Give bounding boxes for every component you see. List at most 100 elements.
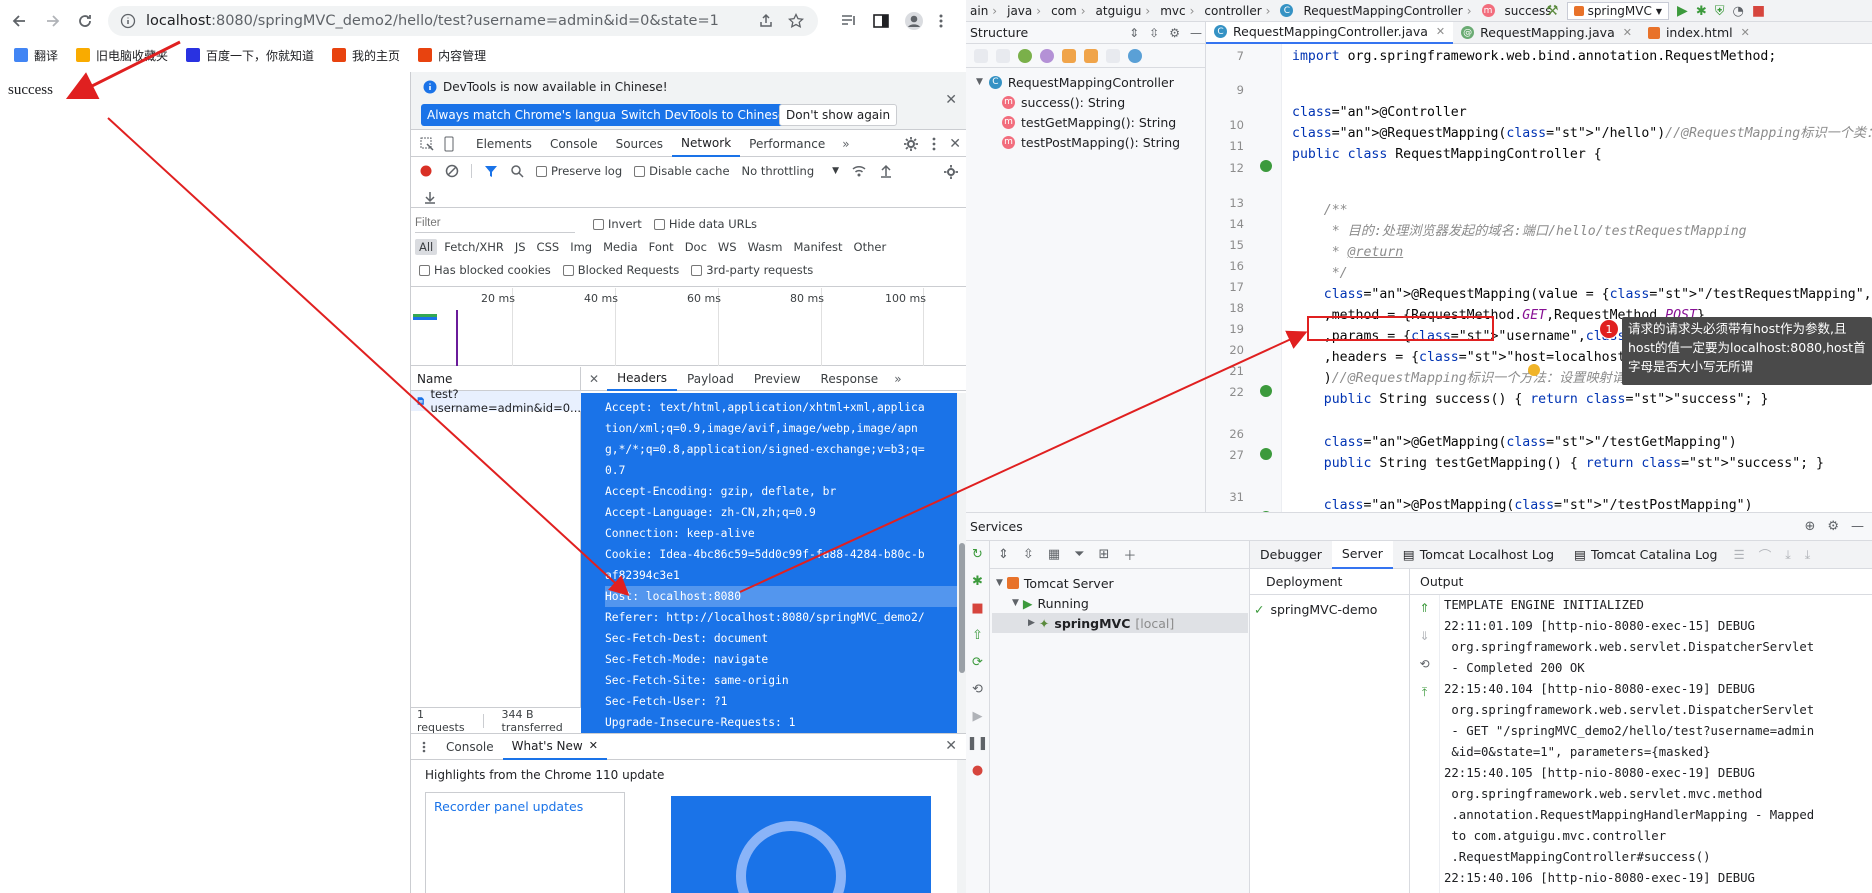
preserve-log-checkbox[interactable]: Preserve log	[536, 164, 622, 178]
spring-bean-gutter-icon[interactable]	[1260, 160, 1272, 172]
refresh-icon[interactable]: ⟲	[1419, 657, 1429, 671]
tab-tomcat-localhost-log[interactable]: ▤ Tomcat Localhost Log	[1393, 541, 1564, 569]
whats-new-card[interactable]: Recorder panel updates	[425, 792, 625, 893]
sort-visibility-icon[interactable]	[996, 48, 1010, 63]
export-har-icon[interactable]	[423, 190, 437, 204]
headers-scrollbar[interactable]	[957, 393, 966, 733]
tree-item-tomcat-server[interactable]: ▼ Tomcat Server	[996, 573, 1114, 593]
hide-data-urls-checkbox[interactable]: Hide data URLs	[653, 217, 757, 231]
refresh-icon[interactable]: ⟲	[972, 682, 983, 697]
filter-js[interactable]: JS	[511, 239, 530, 255]
profile-icon[interactable]: ◔	[1732, 4, 1743, 19]
filter-all[interactable]: All	[415, 239, 438, 255]
close-tab-icon[interactable]: ✕	[1741, 26, 1750, 39]
add-service-icon[interactable]: ⊕	[1804, 519, 1815, 534]
side-panel-icon[interactable]	[872, 12, 890, 30]
filter-font[interactable]: Font	[645, 239, 678, 255]
close-drawer-icon[interactable]: ✕	[945, 738, 957, 754]
structure-item-method[interactable]: m success(): String	[1002, 92, 1125, 112]
drawer-scrollbar[interactable]	[957, 760, 966, 893]
breadcrumb-item[interactable]: ain	[970, 4, 988, 18]
editor-tab-controller[interactable]: C RequestMappingController.java ✕	[1206, 21, 1454, 44]
server-log-output[interactable]: TEMPLATE ENGINE INITIALIZED 22:11:01.109 …	[1444, 595, 1854, 893]
network-settings-icon[interactable]	[943, 164, 959, 180]
filter-funnel-icon[interactable]	[484, 164, 498, 178]
tab-preview[interactable]: Preview	[744, 367, 811, 391]
share-icon[interactable]	[758, 13, 774, 29]
expand-all-icon[interactable]: ⇕	[1129, 26, 1139, 40]
disable-cache-checkbox[interactable]: Disable cache	[634, 164, 730, 178]
show-inherited-icon[interactable]	[1018, 48, 1032, 63]
bookmark-star-icon[interactable]	[788, 13, 804, 29]
close-banner-icon[interactable]: ✕	[945, 92, 957, 108]
coverage-icon[interactable]: ⛨	[1715, 4, 1725, 19]
tab-console[interactable]: Console	[541, 131, 607, 157]
show-fields-icon[interactable]	[1062, 48, 1076, 63]
menu-icon[interactable]: ☰	[1733, 547, 1744, 562]
blocked-requests-checkbox[interactable]: Blocked Requests	[562, 263, 679, 277]
debug-icon[interactable]: ✱	[972, 574, 983, 589]
add-icon[interactable]: ＋	[1123, 545, 1136, 564]
run-config-select[interactable]: springMVC ▼	[1566, 2, 1670, 20]
download-all-icon[interactable]: ⤓	[1805, 547, 1811, 563]
breadcrumb-item[interactable]: java	[1007, 4, 1032, 18]
bookmark-old-favorites[interactable]: 旧电脑收藏夹	[76, 47, 168, 64]
deploy-all-icon[interactable]: ⤒	[1422, 685, 1427, 700]
close-tab-icon[interactable]: ✕	[1436, 25, 1445, 38]
breadcrumb-item[interactable]: com	[1051, 4, 1077, 18]
search-icon[interactable]	[510, 164, 524, 178]
tab-server[interactable]: Server	[1331, 540, 1393, 569]
collapse-all-icon[interactable]: ⇳	[1149, 26, 1159, 40]
breadcrumb-item[interactable]: atguigu	[1096, 4, 1142, 18]
download-icon[interactable]: ⤓	[1785, 547, 1791, 563]
pause-icon[interactable]: ❚❚	[967, 736, 989, 751]
stop-icon[interactable]: ■	[1752, 3, 1765, 19]
has-blocked-cookies-checkbox[interactable]: Has blocked cookies	[419, 263, 551, 277]
structure-item-method[interactable]: m testPostMapping(): String	[1002, 132, 1180, 152]
tab-response[interactable]: Response	[811, 367, 889, 391]
group-by-icon[interactable]: ▦	[1048, 547, 1060, 562]
filter-fetch-xhr[interactable]: Fetch/XHR	[440, 239, 508, 255]
deployment-item[interactable]: ✓ springMVC-demo	[1254, 599, 1377, 619]
tree-item-running[interactable]: ▼ ▶ Running	[1012, 593, 1089, 613]
breakpoint-icon[interactable]: ●	[972, 763, 983, 778]
forward-button[interactable]	[42, 10, 64, 32]
close-tab-icon[interactable]: ✕	[589, 739, 598, 752]
filter-other[interactable]: Other	[850, 239, 891, 255]
more-tabs-icon[interactable]: »	[842, 137, 849, 151]
hide-panel-icon[interactable]: —	[1851, 519, 1864, 534]
show-lambdas-icon[interactable]	[1128, 48, 1142, 63]
hide-panel-icon[interactable]: —	[1190, 26, 1202, 40]
settings-gear-icon[interactable]	[903, 136, 919, 152]
filter-css[interactable]: CSS	[533, 239, 564, 255]
stop-icon[interactable]: ■	[971, 601, 983, 616]
deploy-icon[interactable]: ⇑	[1419, 601, 1429, 615]
drawer-menu-icon[interactable]	[421, 740, 427, 754]
tab-elements[interactable]: Elements	[467, 131, 541, 157]
bookmark-homepage[interactable]: 我的主页	[332, 47, 400, 64]
record-icon[interactable]	[419, 164, 433, 178]
dont-show-again-button[interactable]: Don't show again	[779, 104, 898, 126]
devtools-menu-icon[interactable]	[931, 136, 937, 152]
network-overview-timeline[interactable]: 20 ms 40 ms 60 ms 80 ms 100 ms	[411, 288, 966, 366]
filter-media[interactable]: Media	[599, 239, 642, 255]
breadcrumb-item[interactable]: success	[1505, 4, 1552, 18]
media-icon[interactable]	[840, 12, 858, 30]
clear-icon[interactable]	[445, 164, 459, 178]
network-conditions-icon[interactable]	[851, 164, 867, 178]
settings-gear-icon[interactable]: ⚙	[1169, 26, 1180, 40]
inspect-element-icon[interactable]	[419, 136, 435, 152]
filter-img[interactable]: Img	[566, 239, 596, 255]
close-tab-icon[interactable]: ✕	[1623, 26, 1632, 39]
tab-payload[interactable]: Payload	[677, 367, 744, 391]
filter-input[interactable]	[415, 213, 575, 233]
intention-bulb-icon[interactable]	[1528, 364, 1540, 376]
throttling-select[interactable]: No throttling ▼	[742, 164, 840, 178]
update-app-icon[interactable]: ⟳	[972, 655, 983, 670]
debug-icon[interactable]: ✱	[1696, 4, 1707, 19]
breadcrumb-item[interactable]: controller	[1204, 4, 1261, 18]
tab-debugger[interactable]: Debugger	[1250, 541, 1332, 569]
show-anonymous-icon[interactable]	[1106, 48, 1120, 63]
filter-wasm[interactable]: Wasm	[744, 239, 787, 255]
invert-checkbox[interactable]: Invert	[593, 217, 642, 231]
